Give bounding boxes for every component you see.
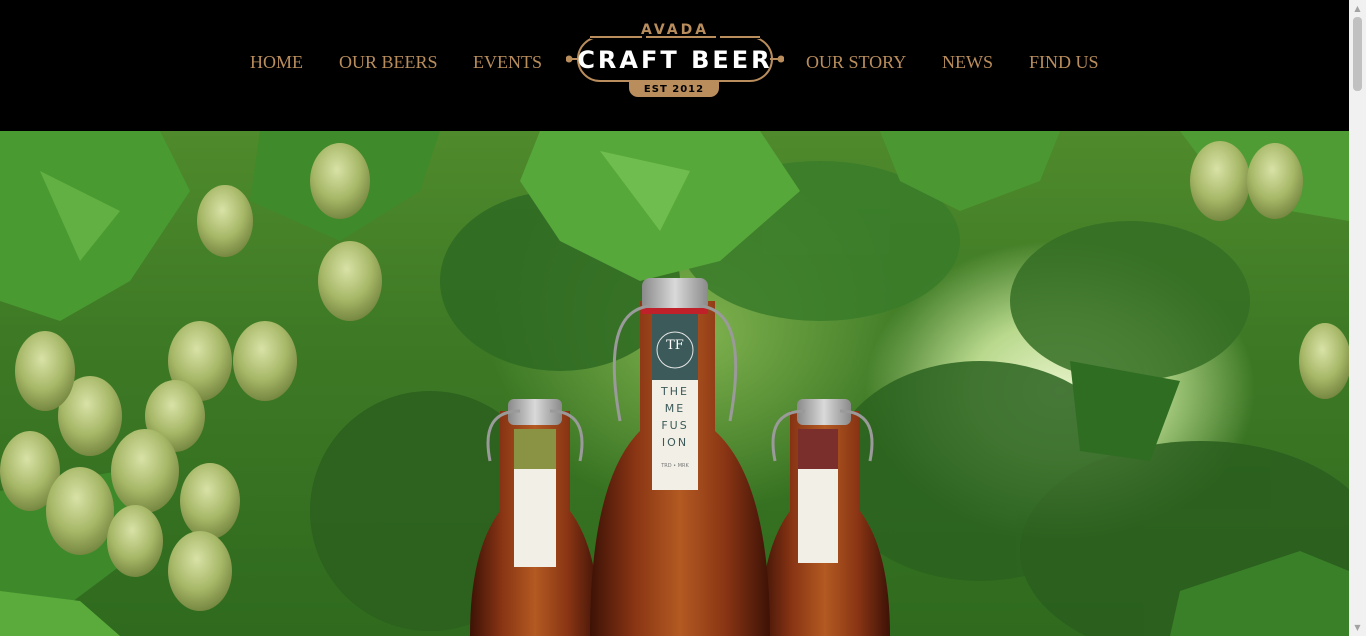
label-line-1: THE [661, 385, 689, 398]
logo-est-badge: EST 2012 [629, 82, 719, 97]
label-line-4: ION [661, 436, 689, 449]
label-line-2: ME [664, 402, 686, 415]
hero-banner: TF THE ME FUS ION TRD • MRK [0, 131, 1349, 636]
label-monogram: TF [666, 338, 684, 353]
nav-news[interactable]: NEWS [942, 52, 993, 73]
nav-our-story[interactable]: OUR STORY [806, 52, 906, 73]
vertical-scrollbar[interactable]: ▲ ▼ [1349, 0, 1366, 636]
scroll-down-icon[interactable]: ▼ [1349, 619, 1366, 636]
nav-find-us[interactable]: FIND US [1029, 52, 1099, 73]
label-footer: TRD • MRK [661, 463, 689, 469]
scroll-up-icon[interactable]: ▲ [1349, 0, 1366, 17]
bottle-label-text: TF THE ME FUS ION TRD • MRK [652, 338, 698, 469]
nav-our-beers[interactable]: OUR BEERS [339, 52, 438, 73]
site-logo[interactable]: AVADA CRAFT BEER EST 2012 [560, 22, 790, 100]
scroll-thumb[interactable] [1353, 17, 1362, 91]
label-line-3: FUS [661, 419, 689, 432]
site-header: HOME OUR BEERS EVENTS AVADA CRAFT BEER E… [0, 0, 1349, 131]
logo-main-text: CRAFT BEER [577, 46, 773, 74]
nav-events[interactable]: EVENTS [473, 52, 542, 73]
nav-home[interactable]: HOME [250, 52, 303, 73]
